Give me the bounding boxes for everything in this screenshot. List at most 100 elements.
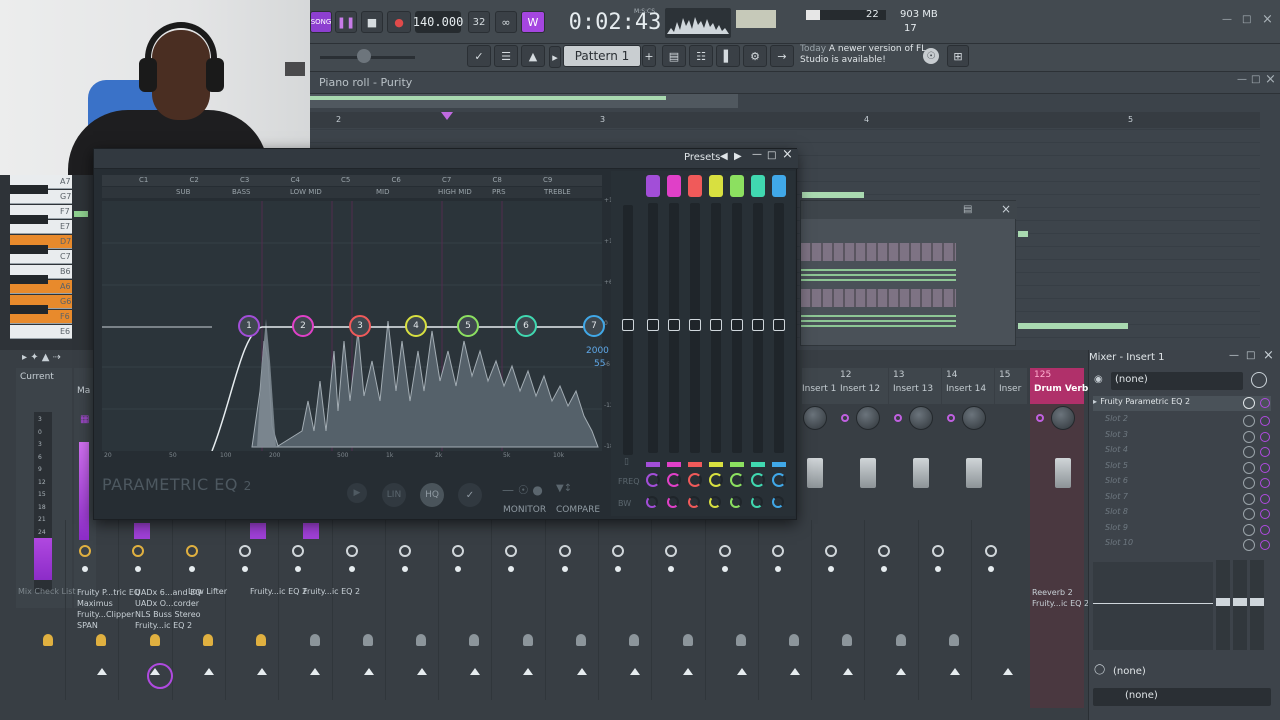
compare-icon[interactable]: ▼↕	[556, 483, 572, 494]
arrow-up-icon[interactable]	[523, 668, 533, 675]
send-bulb-icon[interactable]	[363, 634, 373, 646]
enable-dot[interactable]	[881, 566, 887, 572]
band-type-icon[interactable]	[730, 175, 744, 197]
mixer-channel-strip[interactable]	[491, 520, 492, 700]
band-gain-handle[interactable]	[710, 319, 722, 331]
route-button[interactable]	[505, 545, 517, 557]
mixer-channel-strip[interactable]	[65, 520, 66, 700]
globe-icon[interactable]: ☉	[923, 48, 939, 64]
mixer-slot[interactable]: Slot 5	[1093, 461, 1271, 475]
master-pitch-knob[interactable]	[357, 49, 371, 63]
input-selector[interactable]: (none)	[1111, 372, 1243, 390]
slot-mix-knob[interactable]	[1260, 493, 1270, 504]
route-button[interactable]	[239, 545, 251, 557]
slot-mix-knob[interactable]	[1260, 540, 1270, 550]
step-edit-icon[interactable]: 32	[468, 11, 490, 33]
mixer-channel-strip[interactable]	[332, 520, 333, 700]
send-bulb-icon[interactable]	[256, 634, 266, 646]
pan-knob[interactable]	[962, 406, 986, 430]
send-bulb-icon[interactable]	[150, 634, 160, 646]
lin-button[interactable]: LIN	[382, 483, 406, 507]
band-type-icon[interactable]	[772, 175, 786, 197]
slot-enable-toggle[interactable]	[1243, 446, 1255, 458]
band-freq-knob[interactable]	[667, 473, 681, 487]
timeline-ruler[interactable]: 2 3 4 5	[310, 112, 1260, 128]
note[interactable]	[802, 192, 864, 198]
volume-fader[interactable]	[860, 458, 876, 488]
band-gain-handle[interactable]	[752, 319, 764, 331]
next-arrow-icon[interactable]: →	[770, 45, 794, 67]
enable-dot[interactable]	[988, 566, 994, 572]
band-gain-handle[interactable]	[668, 319, 680, 331]
send-bulb-icon[interactable]	[96, 634, 106, 646]
hq-button[interactable]: HQ	[420, 483, 444, 507]
eq-minimize-icon[interactable]: —	[752, 149, 762, 160]
route-button[interactable]	[186, 545, 198, 557]
pause-button[interactable]: ❚❚	[335, 11, 357, 33]
slot-mix-knob[interactable]	[1260, 416, 1270, 426]
tempo-display[interactable]: 140.000	[413, 11, 463, 33]
arrow-up-icon[interactable]	[364, 668, 374, 675]
metronome-icon[interactable]: ∞	[495, 11, 517, 33]
speaker-icon[interactable]: ◉	[1094, 374, 1103, 385]
add-pattern-button[interactable]: +	[642, 45, 656, 67]
arrow-up-icon[interactable]	[790, 668, 800, 675]
band-node-6[interactable]: 6	[515, 315, 537, 337]
enable-dot[interactable]	[615, 566, 621, 572]
insert-header-14[interactable]: 14 Insert 14	[942, 368, 994, 404]
mixer-slot[interactable]: Slot 2	[1093, 414, 1271, 428]
insert-header-15[interactable]: 15 Inser	[995, 368, 1027, 404]
route-button[interactable]	[132, 545, 144, 557]
pan-knob[interactable]	[803, 406, 827, 430]
output-selector-1[interactable]: (none)	[1113, 666, 1146, 677]
output-icon[interactable]: ◯	[1094, 664, 1105, 675]
band-bw-knob[interactable]	[667, 496, 679, 508]
slot-mix-knob[interactable]	[1260, 509, 1270, 519]
band-node-1[interactable]: 1	[238, 315, 260, 337]
channel-rack-icon[interactable]: ☷	[689, 45, 713, 67]
route-button[interactable]	[719, 545, 731, 557]
enable-dot[interactable]	[349, 566, 355, 572]
band-node-7[interactable]: 7	[583, 315, 605, 337]
eq-fader-handle[interactable]	[1233, 598, 1247, 606]
send-bulb-icon[interactable]	[43, 634, 53, 646]
playlist-icon[interactable]: ▤	[662, 45, 686, 67]
send-bulb-icon[interactable]	[683, 634, 693, 646]
band-bw-knob[interactable]	[751, 496, 763, 508]
arrow-up-icon[interactable]	[843, 668, 853, 675]
route-button[interactable]	[559, 545, 571, 557]
arrow-up-icon[interactable]	[896, 668, 906, 675]
mixer-channel-strip[interactable]	[758, 520, 759, 700]
presets-label[interactable]: Presets	[684, 152, 720, 163]
band-type-icon[interactable]	[688, 175, 702, 197]
output-selector-2[interactable]: (none)	[1093, 688, 1271, 706]
arrow-up-icon[interactable]	[630, 668, 640, 675]
slot-mix-knob[interactable]	[1260, 524, 1270, 535]
mixer-channel-strip[interactable]	[651, 520, 652, 700]
mixer-slot[interactable]: Slot 8	[1093, 507, 1271, 521]
preset-prev-icon[interactable]: ◀	[720, 151, 728, 162]
route-button[interactable]	[346, 545, 358, 557]
master-lock-icon[interactable]: ▦	[80, 414, 89, 425]
enable-dot[interactable]	[455, 566, 461, 572]
band-bw-knob[interactable]	[730, 496, 742, 508]
arrow-up-icon[interactable]	[577, 668, 587, 675]
enable-dot[interactable]	[775, 566, 781, 572]
mixer-channel-strip[interactable]	[385, 520, 386, 700]
mixer-channel-strip[interactable]	[918, 520, 919, 700]
band-freq-knob[interactable]	[730, 473, 744, 487]
band-type-icon[interactable]	[667, 175, 681, 197]
plugin-picker-icon[interactable]: ⚙	[743, 45, 767, 67]
record-button[interactable]: ●	[387, 11, 411, 33]
eq-fader-handle[interactable]	[1216, 598, 1230, 606]
slot-enable-toggle[interactable]	[1243, 508, 1255, 520]
panel-minimize-icon[interactable]: —	[1229, 350, 1239, 361]
pattern-prev-icon[interactable]: ▸	[549, 46, 561, 68]
send-bulb-icon[interactable]	[629, 634, 639, 646]
volume-fader[interactable]	[807, 458, 823, 488]
route-button[interactable]	[985, 545, 997, 557]
band-node-2[interactable]: 2	[292, 315, 314, 337]
mixer-channel-strip[interactable]	[278, 520, 279, 700]
enable-dot[interactable]	[402, 566, 408, 572]
enable-dot[interactable]	[722, 566, 728, 572]
